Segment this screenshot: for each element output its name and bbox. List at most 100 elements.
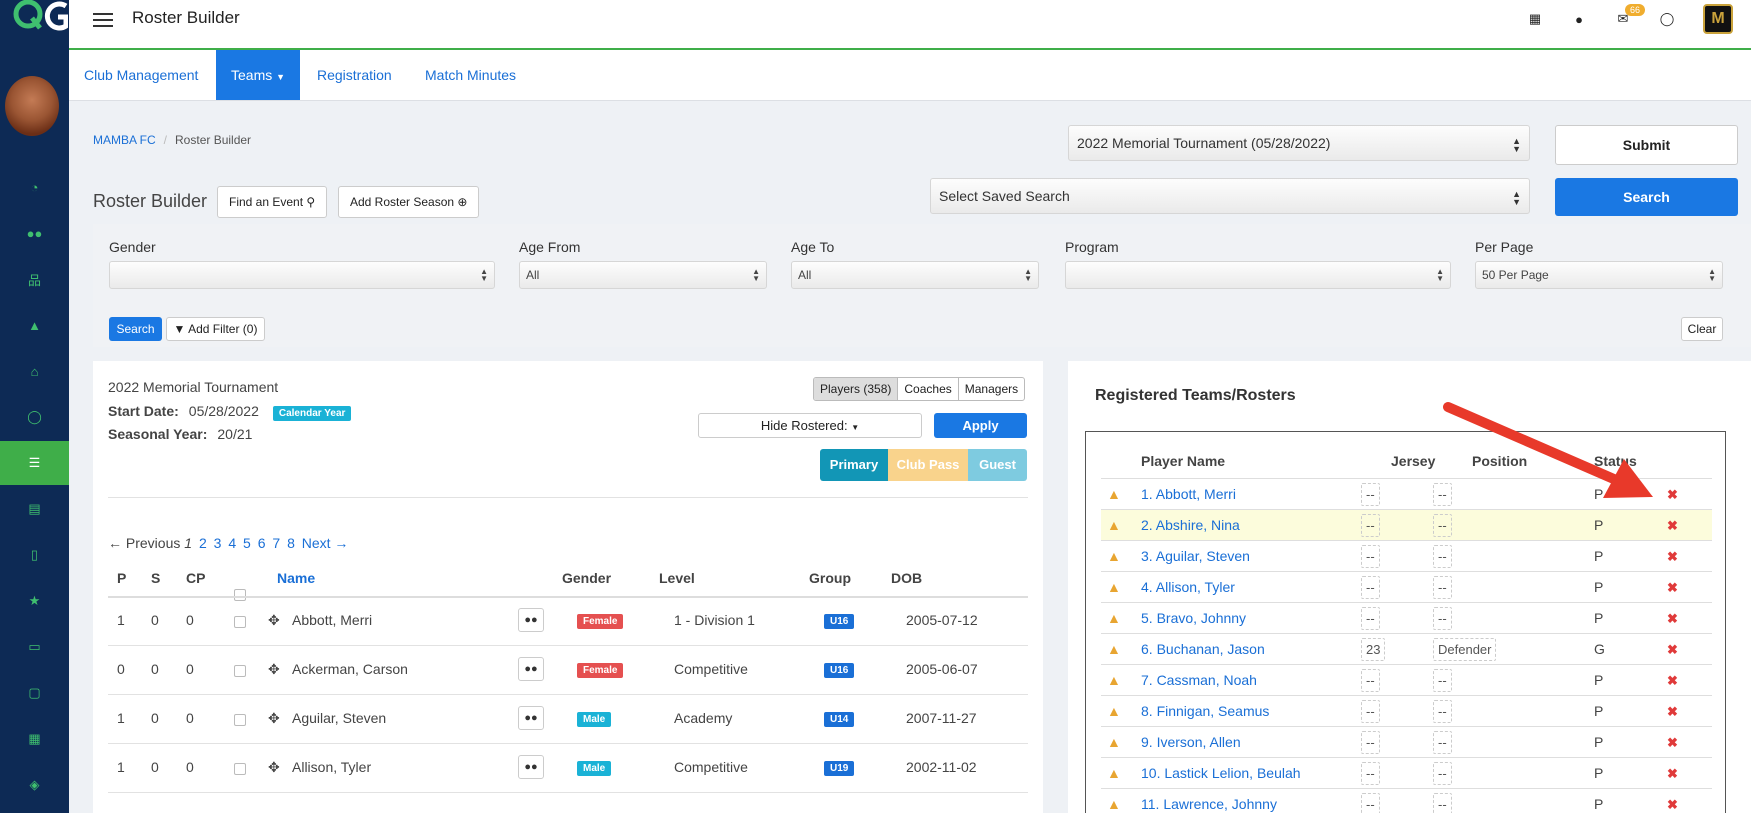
row-checkbox[interactable] [234,665,246,677]
guest-tab[interactable]: Guest [968,449,1027,481]
player-name-link[interactable]: Ackerman, Carson [292,661,408,677]
player-name-link[interactable]: Allison, Tyler [292,759,371,775]
credit-card-icon[interactable]: ▭ [0,625,69,669]
player-name-link[interactable]: Aguilar, Steven [292,710,386,726]
clear-button[interactable]: Clear [1681,317,1723,341]
row-checkbox[interactable] [234,714,246,726]
roster-player-link[interactable]: 11. Lawrence, Johnny [1141,796,1277,812]
previous-page[interactable]: ← Previous [108,535,180,551]
jersey-field[interactable]: -- [1361,607,1380,630]
roster-player-link[interactable]: 8. Finnigan, Seamus [1141,703,1269,719]
page-link[interactable]: 3 [214,535,222,551]
roster-player-link[interactable]: 3. Aguilar, Steven [1141,548,1250,564]
jersey-field[interactable]: -- [1361,576,1380,599]
jersey-field[interactable]: -- [1361,793,1380,813]
area-chart-icon[interactable]: ▲ [0,303,69,347]
tab-match-minutes[interactable]: Match Minutes [425,50,516,100]
roster-player-link[interactable]: 1. Abbott, Merri [1141,486,1236,502]
remove-icon[interactable]: ✖ [1667,487,1678,503]
team-icon[interactable]: ●● [518,755,544,779]
list-icon[interactable]: ▤ [0,487,69,531]
tab-registration[interactable]: Registration [317,50,392,100]
per-page-select[interactable]: 50 Per Page ▲ ▼ [1475,261,1723,289]
team-icon[interactable]: ●● [518,657,544,681]
players-toggle[interactable]: Players (358) [814,378,898,400]
row-checkbox[interactable] [234,616,246,628]
event-select[interactable]: 2022 Memorial Tournament (05/28/2022) ▲ ▼ [1068,125,1530,161]
org-chart-icon[interactable]: 品 [0,257,69,301]
club-logo-icon[interactable]: M [1703,4,1733,34]
position-field[interactable]: -- [1433,576,1452,599]
roster-icon[interactable]: ☰ [0,441,69,485]
jersey-field[interactable]: -- [1361,514,1380,537]
jersey-field[interactable]: -- [1361,700,1380,723]
player-name-link[interactable]: Abbott, Merri [292,612,372,628]
position-field[interactable]: -- [1433,483,1452,506]
page-link[interactable]: 4 [228,535,236,551]
mail-icon[interactable]: ✉ 66 [1601,4,1646,27]
ticket-icon[interactable]: ◈ [0,763,69,807]
chat-icon[interactable]: ◯ [0,395,69,439]
jersey-field[interactable]: -- [1361,731,1380,754]
position-field[interactable]: -- [1433,762,1452,785]
add-filter-button[interactable]: ▼ Add Filter (0) [166,317,265,341]
apply-button[interactable]: Apply [934,413,1027,438]
search-button[interactable]: Search [1555,178,1738,216]
hide-rostered-dropdown[interactable]: Hide Rostered: ▼ [698,413,922,438]
tab-teams[interactable]: Teams ▼ [216,50,301,100]
filter-search-button[interactable]: Search [109,317,162,341]
gender-select[interactable]: ▲ ▼ [109,261,495,289]
remove-icon[interactable]: ✖ [1667,642,1678,658]
primary-tab[interactable]: Primary [820,449,888,481]
remove-icon[interactable]: ✖ [1667,735,1678,751]
club-pass-tab[interactable]: Club Pass [888,449,968,481]
remove-icon[interactable]: ✖ [1667,549,1678,565]
managers-toggle[interactable]: Managers [957,378,1024,400]
coaches-toggle[interactable]: Coaches [897,378,957,400]
dashboard-icon[interactable]: ◔ [0,165,69,209]
remove-icon[interactable]: ✖ [1667,611,1678,627]
team-icon[interactable]: ●● [518,706,544,730]
roster-player-link[interactable]: 9. Iverson, Allen [1141,734,1241,750]
remove-icon[interactable]: ✖ [1667,766,1678,782]
row-checkbox[interactable] [234,763,246,775]
remove-icon[interactable]: ✖ [1667,704,1678,720]
drag-handle-icon[interactable]: ✥ [268,612,280,629]
age-to-select[interactable]: All ▲ ▼ [791,261,1039,289]
page-link[interactable]: 7 [272,535,280,551]
position-field[interactable]: -- [1433,700,1452,723]
team-icon[interactable]: ●● [518,608,544,632]
star-icon[interactable]: ★ [0,579,69,623]
document-icon[interactable]: ▯ [0,533,69,577]
comments-icon[interactable]: ◯ [1645,11,1689,27]
position-field[interactable]: Defender [1433,638,1497,661]
saved-search-select[interactable]: Select Saved Search ▲ ▼ [930,178,1530,214]
next-page[interactable]: Next → [302,535,349,551]
find-event-button[interactable]: Find an Event ⚲ [217,186,328,218]
age-from-select[interactable]: All ▲ ▼ [519,261,767,289]
page-link[interactable]: 8 [287,535,295,551]
drag-handle-icon[interactable]: ✥ [268,661,280,678]
roster-player-link[interactable]: 2. Abshire, Nina [1141,517,1240,533]
remove-icon[interactable]: ✖ [1667,518,1678,534]
position-field[interactable]: -- [1433,545,1452,568]
menu-icon[interactable] [93,13,113,27]
page-link[interactable]: 6 [258,535,266,551]
jersey-field[interactable]: -- [1361,545,1380,568]
col-name-sort[interactable]: Name [277,570,315,586]
add-roster-season-button[interactable]: Add Roster Season ⊕ [338,186,480,218]
roster-player-link[interactable]: 5. Bravo, Johnny [1141,610,1246,626]
file-icon[interactable]: ▢ [0,671,69,715]
briefcase-icon[interactable]: ▦ [0,717,69,761]
home-icon[interactable]: ⌂ [0,349,69,393]
breadcrumb-club-link[interactable]: MAMBA FC [93,133,156,147]
position-field[interactable]: -- [1433,793,1452,813]
roster-player-link[interactable]: 6. Buchanan, Jason [1141,641,1265,657]
position-field[interactable]: -- [1433,514,1452,537]
remove-icon[interactable]: ✖ [1667,580,1678,596]
jersey-field[interactable]: -- [1361,669,1380,692]
tab-club-management[interactable]: Club Management [84,50,198,100]
roster-player-link[interactable]: 7. Cassman, Noah [1141,672,1257,688]
drag-handle-icon[interactable]: ✥ [268,759,280,776]
drag-handle-icon[interactable]: ✥ [268,710,280,727]
